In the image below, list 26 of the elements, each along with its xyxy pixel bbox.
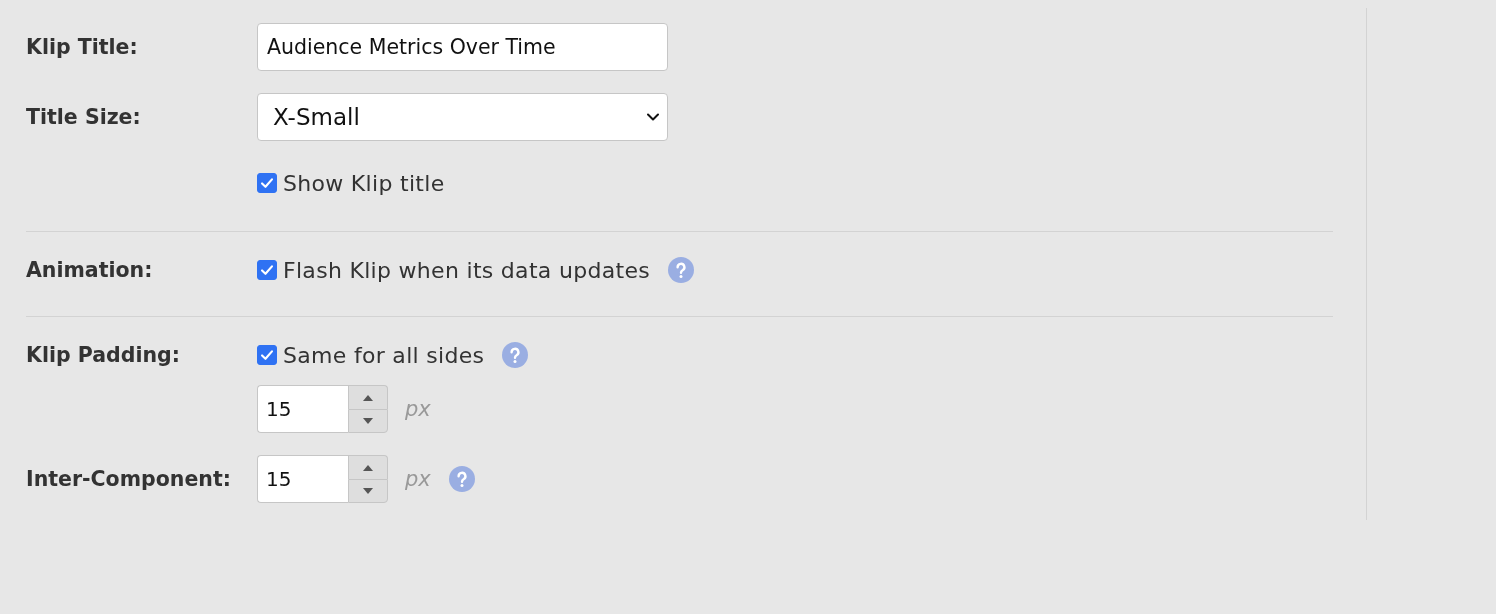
number-input[interactable]: 15 [257, 455, 348, 503]
checkbox-label[interactable]: Flash Klip when its data updates [283, 257, 650, 283]
decrement-button[interactable] [348, 409, 388, 433]
text-input[interactable]: Audience Metrics Over Time [257, 23, 668, 71]
checkbox[interactable] [257, 345, 277, 365]
down-triangle-icon [363, 488, 373, 494]
chevron-down-icon [647, 113, 659, 121]
field-label: Klip Title: [26, 35, 138, 59]
decrement-button[interactable] [348, 479, 388, 503]
up-triangle-icon [363, 464, 373, 471]
increment-button[interactable] [348, 385, 388, 409]
number-input[interactable]: 15 [257, 385, 348, 433]
checkbox[interactable] [257, 173, 277, 193]
checkbox[interactable] [257, 260, 277, 280]
field-label: Inter-Component: [26, 467, 231, 491]
unit-label: px [405, 397, 431, 421]
field-label: Title Size: [26, 105, 141, 129]
checkbox-label[interactable]: Same for all sides [283, 342, 485, 368]
up-triangle-icon [363, 394, 373, 401]
down-triangle-icon [363, 418, 373, 424]
unit-label: px [405, 467, 431, 491]
field-label: Animation: [26, 258, 153, 282]
increment-button[interactable] [348, 455, 388, 479]
checkbox-label[interactable]: Show Klip title [283, 170, 445, 196]
select-dropdown[interactable]: X-Small [257, 93, 668, 141]
field-label: Klip Padding: [26, 343, 180, 367]
